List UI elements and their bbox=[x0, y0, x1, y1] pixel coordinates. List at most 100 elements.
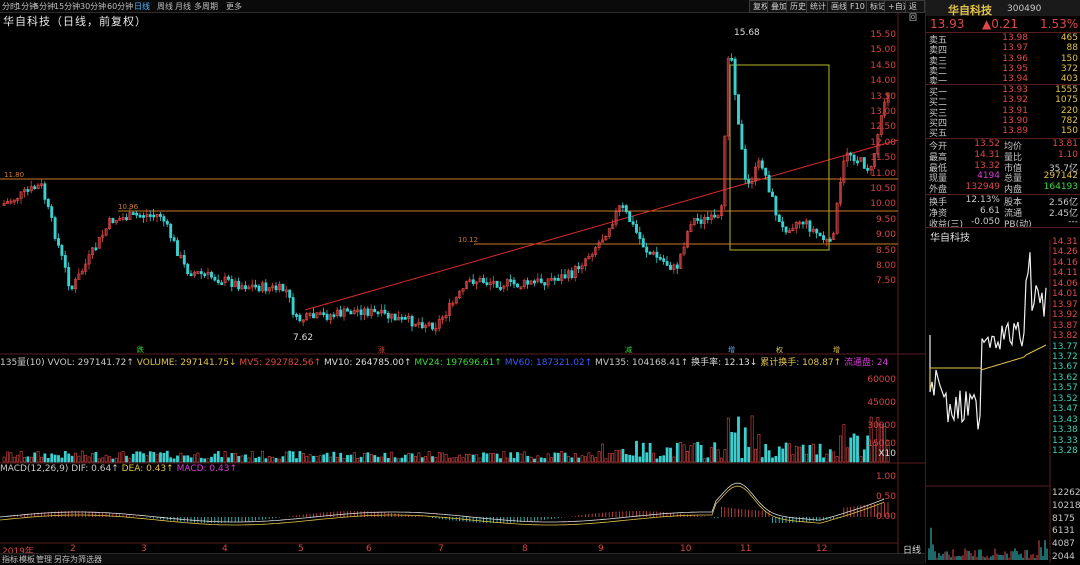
volume-bar bbox=[142, 453, 145, 463]
candle-body bbox=[43, 183, 47, 200]
event-marker[interactable]: 减 bbox=[625, 345, 632, 355]
volume-bar bbox=[386, 457, 390, 463]
volume-bar bbox=[169, 457, 173, 463]
volume-bar bbox=[431, 456, 434, 463]
event-marker[interactable]: 权 bbox=[776, 345, 783, 355]
candle-body bbox=[624, 205, 628, 213]
volume-bar bbox=[618, 449, 621, 463]
volume-bar bbox=[760, 457, 764, 463]
volume-bar bbox=[50, 453, 54, 463]
order-book-price: 13.91 bbox=[1002, 105, 1028, 116]
candle-body bbox=[254, 284, 258, 288]
volume-bar bbox=[186, 455, 190, 463]
volume-bar bbox=[434, 457, 438, 463]
order-book-volume: 88 bbox=[1066, 43, 1078, 54]
candle-body bbox=[635, 223, 638, 233]
stat-value: 6.61 bbox=[979, 205, 1000, 216]
candle-body bbox=[856, 160, 859, 164]
volume-bar bbox=[740, 457, 744, 463]
volume-bar bbox=[754, 448, 757, 463]
volume-bar bbox=[458, 454, 462, 463]
event-marker[interactable]: 跌 bbox=[137, 345, 144, 355]
volume-bar bbox=[842, 424, 846, 463]
order-book-price: 13.98 bbox=[1002, 33, 1028, 43]
volume-bar bbox=[376, 456, 380, 463]
volume-indicator: MV24: 197696.61↑ bbox=[411, 358, 502, 367]
volume-bar bbox=[352, 452, 356, 463]
volume-bar bbox=[801, 444, 805, 463]
volume-bar bbox=[601, 443, 604, 463]
volume-bar bbox=[33, 452, 37, 463]
volume-bar bbox=[152, 452, 156, 463]
event-marker[interactable]: 涨 bbox=[378, 345, 385, 355]
intraday-chart[interactable] bbox=[926, 240, 1080, 563]
candle-body bbox=[818, 232, 822, 237]
price-axis-label: 11.50 bbox=[870, 153, 896, 164]
volume-bar bbox=[165, 450, 169, 463]
kline-chart[interactable] bbox=[0, 0, 925, 563]
candle-body bbox=[764, 167, 768, 176]
volume-bar bbox=[111, 458, 115, 463]
stat-row: 收益(三) -0.050 PB(动) --- bbox=[928, 217, 1078, 230]
candle-body bbox=[176, 240, 179, 257]
bottom-tab[interactable]: 指标 bbox=[2, 554, 18, 565]
candle-body bbox=[186, 263, 190, 275]
volume-bar bbox=[267, 456, 271, 463]
volume-bar bbox=[641, 442, 645, 463]
volume-bar bbox=[604, 458, 608, 463]
volume-indicator: 换手率: 12.13↓ bbox=[688, 358, 758, 367]
volume-bar bbox=[16, 454, 20, 463]
volume-bar bbox=[342, 458, 346, 463]
event-marker[interactable]: 增 bbox=[833, 345, 840, 355]
volume-indicator: MV10: 264785.00↑ bbox=[321, 358, 412, 367]
volume-bar bbox=[791, 454, 795, 463]
volume-bar bbox=[441, 452, 445, 463]
volume-bar bbox=[397, 458, 400, 463]
volume-bar bbox=[84, 454, 88, 463]
volume-bar bbox=[162, 452, 166, 463]
stat-value: 164193 bbox=[1043, 182, 1078, 193]
order-book-price: 13.89 bbox=[1002, 126, 1028, 137]
bottom-tab[interactable]: 管理 bbox=[36, 554, 52, 565]
volume-bar bbox=[63, 450, 67, 463]
volume-bar bbox=[199, 457, 203, 463]
volume-bar bbox=[533, 458, 536, 463]
candle-body bbox=[760, 160, 764, 169]
bottom-tab[interactable]: 筛选器 bbox=[78, 554, 102, 565]
stat-row: 换手 12.13% 股本 2.56亿 bbox=[928, 195, 1078, 208]
stat-row: 外盘 132949 内盘 164193 bbox=[928, 182, 1078, 195]
candle-body bbox=[332, 314, 336, 318]
volume-bar bbox=[203, 458, 207, 463]
volume-bar bbox=[77, 455, 81, 463]
bottom-tab[interactable]: 另存为 bbox=[54, 554, 78, 565]
volume-bar bbox=[97, 458, 101, 463]
volume-bar bbox=[193, 454, 196, 463]
volume-bar bbox=[230, 453, 234, 463]
candle-body bbox=[553, 277, 557, 281]
volume-bar bbox=[825, 453, 829, 463]
volume-bar bbox=[614, 449, 618, 463]
candle-body bbox=[410, 316, 414, 327]
candle-body bbox=[291, 297, 295, 315]
volume-bar bbox=[488, 452, 492, 463]
volume-bar bbox=[499, 458, 502, 463]
candle-body bbox=[138, 214, 142, 218]
volume-bar bbox=[563, 452, 567, 463]
candle-body bbox=[771, 191, 774, 197]
candle-body bbox=[740, 123, 744, 150]
volume-axis-label: X10 bbox=[878, 449, 896, 459]
candle-body bbox=[237, 280, 241, 290]
volume-indicator: MV135: 104168.41↑ bbox=[592, 358, 689, 367]
volume-bar bbox=[784, 442, 788, 463]
candle-body bbox=[808, 220, 812, 232]
event-marker[interactable]: 增 bbox=[728, 345, 735, 355]
volume-bar bbox=[250, 451, 254, 463]
price-axis-label: 14.50 bbox=[870, 60, 896, 71]
candle-body bbox=[111, 218, 115, 223]
candle-body bbox=[539, 278, 543, 283]
stat-value: 4194 bbox=[977, 171, 1000, 182]
volume-bar bbox=[509, 452, 513, 463]
volume-bar bbox=[407, 453, 411, 463]
bottom-tab[interactable]: 模板 bbox=[19, 554, 35, 565]
candle-body bbox=[801, 221, 805, 225]
